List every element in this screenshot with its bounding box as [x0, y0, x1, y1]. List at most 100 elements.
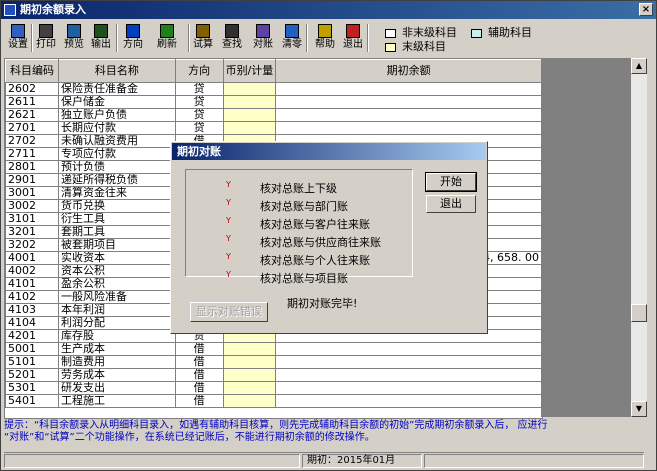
table-cell[interactable]: 4104: [5, 316, 59, 330]
table-cell[interactable]: [275, 355, 542, 369]
table-cell[interactable]: 4201: [5, 329, 59, 343]
table-cell[interactable]: 未确认融资费用: [57, 134, 176, 148]
table-cell[interactable]: 贷: [174, 121, 224, 135]
table-cell[interactable]: 衍生工具: [57, 212, 176, 226]
table-cell[interactable]: [222, 394, 277, 408]
table-cell[interactable]: 5301: [5, 381, 59, 395]
table-cell[interactable]: 保户储金: [57, 95, 176, 109]
table-cell[interactable]: 2801: [5, 160, 59, 174]
table-row[interactable]: 5201 劳务成本借: [5, 368, 542, 382]
table-cell[interactable]: 预计负债: [57, 160, 176, 174]
table-cell[interactable]: 2602: [5, 82, 59, 96]
table-row[interactable]: 2701 长期应付款贷: [5, 121, 542, 135]
table-cell[interactable]: [275, 121, 542, 135]
toolbar-button-1[interactable]: 设置: [7, 23, 29, 53]
table-cell[interactable]: [222, 108, 277, 122]
vertical-scrollbar[interactable]: ▲ ▼: [631, 58, 647, 417]
exit-dialog-button[interactable]: 退出: [426, 195, 476, 213]
table-cell[interactable]: 3202: [5, 238, 59, 252]
table-cell[interactable]: 5001: [5, 342, 59, 356]
table-cell[interactable]: 贷: [174, 95, 224, 109]
table-cell[interactable]: 利润分配: [57, 316, 176, 330]
toolbar-button-4[interactable]: 输出: [89, 23, 113, 53]
table-cell[interactable]: 清算资金往来: [57, 186, 176, 200]
toolbar-button-8[interactable]: 查找: [219, 23, 245, 53]
table-cell[interactable]: 2621: [5, 108, 59, 122]
scroll-thumb[interactable]: [631, 304, 647, 322]
table-cell[interactable]: 贷: [174, 108, 224, 122]
show-errors-button[interactable]: 显示对账错误: [190, 302, 268, 322]
close-button[interactable]: ×: [639, 3, 653, 16]
scroll-up-button[interactable]: ▲: [631, 58, 647, 74]
table-row[interactable]: 2611 保户储金贷: [5, 95, 542, 109]
table-cell[interactable]: 保险责任准备金: [57, 82, 176, 96]
table-row[interactable]: 5301 研发支出借: [5, 381, 542, 395]
table-cell[interactable]: 本年利润: [57, 303, 176, 317]
toolbar-button-11[interactable]: 帮助: [313, 23, 337, 53]
table-cell[interactable]: 4002: [5, 264, 59, 278]
table-cell[interactable]: 借: [174, 342, 224, 356]
toolbar-button-5[interactable]: 方向: [120, 23, 146, 53]
column-header[interactable]: 币别/计量: [222, 59, 277, 83]
table-cell[interactable]: [275, 95, 542, 109]
table-cell[interactable]: 实收资本: [57, 251, 176, 265]
table-cell[interactable]: 劳务成本: [57, 368, 176, 382]
table-row[interactable]: 2602 保险责任准备金贷: [5, 82, 542, 96]
table-cell[interactable]: 独立账户负债: [57, 108, 176, 122]
table-cell[interactable]: 2611: [5, 95, 59, 109]
table-cell[interactable]: 一般风险准备: [57, 290, 176, 304]
table-cell[interactable]: [222, 381, 277, 395]
table-cell[interactable]: 2702: [5, 134, 59, 148]
table-cell[interactable]: [222, 82, 277, 96]
table-cell[interactable]: 2701: [5, 121, 59, 135]
table-cell[interactable]: 盈余公积: [57, 277, 176, 291]
toolbar-button-7[interactable]: 试算: [191, 23, 215, 53]
table-cell[interactable]: 借: [174, 368, 224, 382]
toolbar-button-3[interactable]: 预览: [62, 23, 86, 53]
table-cell[interactable]: 套期工具: [57, 225, 176, 239]
table-cell[interactable]: 3002: [5, 199, 59, 213]
table-cell[interactable]: 3201: [5, 225, 59, 239]
table-cell[interactable]: 贷: [174, 82, 224, 96]
table-cell[interactable]: 5101: [5, 355, 59, 369]
table-cell[interactable]: 5201: [5, 368, 59, 382]
table-cell[interactable]: [222, 355, 277, 369]
table-cell[interactable]: 专项应付款: [57, 147, 176, 161]
table-cell[interactable]: 2901: [5, 173, 59, 187]
table-cell[interactable]: [275, 381, 542, 395]
table-cell[interactable]: 4101: [5, 277, 59, 291]
table-cell[interactable]: 长期应付款: [57, 121, 176, 135]
table-cell[interactable]: 生产成本: [57, 342, 176, 356]
toolbar-button-6[interactable]: 刷新: [154, 23, 180, 53]
table-cell[interactable]: 被套期项目: [57, 238, 176, 252]
table-cell[interactable]: [222, 368, 277, 382]
table-cell[interactable]: 制造费用: [57, 355, 176, 369]
table-cell[interactable]: [275, 368, 542, 382]
table-cell[interactable]: 3101: [5, 212, 59, 226]
toolbar-button-9[interactable]: 对账: [251, 23, 275, 53]
table-cell[interactable]: 2711: [5, 147, 59, 161]
table-row[interactable]: 5401 工程施工借: [5, 394, 542, 408]
table-cell[interactable]: 3001: [5, 186, 59, 200]
table-cell[interactable]: 借: [174, 394, 224, 408]
table-cell[interactable]: 借: [174, 381, 224, 395]
table-cell[interactable]: 借: [174, 355, 224, 369]
table-cell[interactable]: [275, 394, 542, 408]
table-cell[interactable]: 研发支出: [57, 381, 176, 395]
table-cell[interactable]: 工程施工: [57, 394, 176, 408]
column-header[interactable]: 科目名称: [57, 59, 176, 83]
table-cell[interactable]: 4103: [5, 303, 59, 317]
table-cell[interactable]: 库存股: [57, 329, 176, 343]
toolbar-button-2[interactable]: 打印: [34, 23, 58, 53]
table-cell[interactable]: 货币兑换: [57, 199, 176, 213]
table-row[interactable]: 5101 制造费用借: [5, 355, 542, 369]
table-cell[interactable]: 4102: [5, 290, 59, 304]
table-cell[interactable]: 资本公积: [57, 264, 176, 278]
toolbar-button-12[interactable]: 退出: [341, 23, 365, 53]
table-row[interactable]: 2621 独立账户负债贷: [5, 108, 542, 122]
table-cell[interactable]: [222, 95, 277, 109]
column-header[interactable]: 科目编码: [5, 59, 59, 83]
table-cell[interactable]: [222, 121, 277, 135]
table-cell[interactable]: 递延所得税负债: [57, 173, 176, 187]
column-header[interactable]: 期初余额: [275, 59, 542, 83]
